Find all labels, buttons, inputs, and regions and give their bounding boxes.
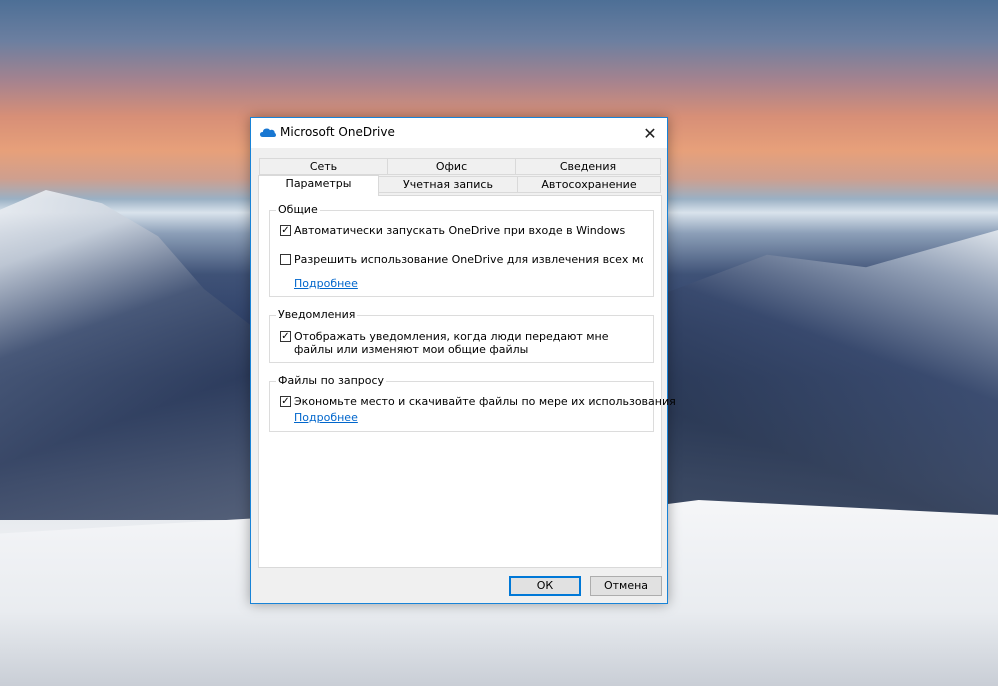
group-title-files-on-demand: Файлы по запросу xyxy=(276,374,387,388)
save-space-option[interactable]: Экономьте место и скачивайте файлы по ме… xyxy=(280,395,676,408)
notify-checkbox[interactable] xyxy=(280,331,291,342)
general-more-link[interactable]: Подробнее xyxy=(294,277,358,290)
group-title-notifications: Уведомления xyxy=(276,308,358,322)
autostart-label: Автоматически запускать OneDrive при вхо… xyxy=(294,224,626,237)
background-mountain-right xyxy=(668,230,998,540)
tab-office[interactable]: Офис xyxy=(387,158,516,175)
group-title-general: Общие xyxy=(276,203,320,217)
close-icon: ✕ xyxy=(643,123,657,143)
save-space-checkbox[interactable] xyxy=(280,396,291,407)
files-more-link[interactable]: Подробнее xyxy=(294,411,358,424)
fetch-files-option[interactable]: Разрешить использование OneDrive для изв… xyxy=(280,253,643,266)
cancel-button[interactable]: Отмена xyxy=(590,576,662,596)
tab-autosave[interactable]: Автосохранение xyxy=(517,176,661,193)
tab-network[interactable]: Сеть xyxy=(259,158,388,175)
fetch-files-checkbox[interactable] xyxy=(280,254,291,265)
title-bar: Microsoft OneDrive ✕ xyxy=(251,118,667,148)
ok-button[interactable]: ОК xyxy=(509,576,581,596)
window-title: Microsoft OneDrive xyxy=(280,125,395,139)
files-on-demand-group: Файлы по запросу Экономьте место и скачи… xyxy=(269,374,676,432)
fetch-files-label: Разрешить использование OneDrive для изв… xyxy=(294,253,643,266)
tab-settings[interactable]: Параметры xyxy=(258,175,379,196)
notify-option[interactable]: Отображать уведомления, когда люди перед… xyxy=(280,330,639,356)
settings-panel: Общие Автоматически запускать OneDrive п… xyxy=(258,195,676,568)
tab-account[interactable]: Учетная запись xyxy=(378,176,518,193)
autostart-option[interactable]: Автоматически запускать OneDrive при вхо… xyxy=(280,224,625,237)
autostart-checkbox[interactable] xyxy=(280,225,291,236)
close-button[interactable]: ✕ xyxy=(633,118,667,148)
background-mountain-left xyxy=(0,190,255,520)
save-space-label: Экономьте место и скачивайте файлы по ме… xyxy=(294,395,676,408)
notify-label: Отображать уведомления, когда люди перед… xyxy=(294,330,609,356)
notifications-group: Уведомления Отображать уведомления, когд… xyxy=(269,308,654,363)
tab-about[interactable]: Сведения xyxy=(515,158,661,175)
onedrive-settings-dialog: Microsoft OneDrive ✕ Сеть Офис Сведения … xyxy=(250,117,676,604)
onedrive-cloud-icon xyxy=(260,128,276,137)
general-group: Общие Автоматически запускать OneDrive п… xyxy=(269,203,654,297)
